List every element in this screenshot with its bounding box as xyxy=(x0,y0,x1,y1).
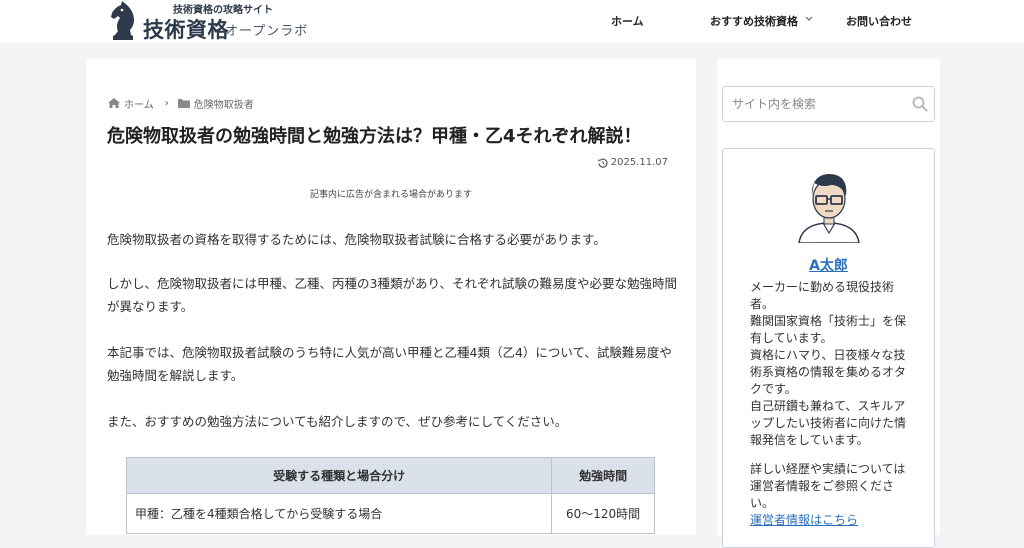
knight-logo-icon xyxy=(111,1,134,40)
profile-bio-3: 資格にハマり、日夜様々な技術系資格の情報を集めるオタクです。 xyxy=(750,348,907,396)
table-row: 甲種：乙種を4種類合格してから受験する場合 60〜120時間 xyxy=(125,493,655,534)
profile-bio-4: 自己研鑽も兼ねて、スキルアップしたい技術者に向けた情報発信をしています。 xyxy=(750,399,907,447)
logo-subtitle: オープンラボ xyxy=(225,24,309,39)
search-box xyxy=(722,86,935,122)
home-icon xyxy=(108,98,120,108)
table-header: 受験する種類と場合分け xyxy=(125,457,553,494)
table-header: 勉強時間 xyxy=(551,457,655,494)
update-history-icon xyxy=(597,158,608,168)
search-input[interactable] xyxy=(723,87,903,121)
search-icon[interactable] xyxy=(912,96,928,112)
avatar xyxy=(798,174,860,243)
site-header: 技術資格の攻略サイト 技術資格 オープンラボ ホーム おすすめ技術資格 お問い合… xyxy=(0,0,1024,42)
chevron-down-icon[interactable] xyxy=(805,16,813,22)
profile-bio-1: メーカーに勤める現役技術者。 xyxy=(750,280,895,311)
logo-title: 技術資格 xyxy=(143,18,229,42)
breadcrumb-home[interactable]: ホーム xyxy=(124,96,154,111)
site-logo[interactable]: 技術資格の攻略サイト 技術資格 オープンラボ xyxy=(105,0,320,42)
operator-info-link[interactable]: 運営者情報はこちら xyxy=(750,511,858,528)
profile-box: A太郎 メーカーに勤める現役技術者。 難関国家資格「技術士」を保有しています。 … xyxy=(722,148,935,548)
table-cell: 60〜120時間 xyxy=(551,493,655,534)
date-text: 2025.11.07 xyxy=(610,157,668,168)
paragraph-4: また、おすすめの勉強方法についても紹介しますので、ぜひ参考にしてください。 xyxy=(107,414,568,429)
nav-contact[interactable]: お問い合わせ xyxy=(846,13,912,29)
folder-icon xyxy=(177,99,190,108)
paragraph-2: しかし、危険物取扱者には甲種、乙種、丙種の3種類があり、それぞれ試験の難易度や必… xyxy=(107,276,677,314)
nav-recommended[interactable]: おすすめ技術資格 xyxy=(710,13,798,29)
profile-name[interactable]: A太郎 xyxy=(723,255,934,275)
table-cell: 甲種：乙種を4種類合格してから受験する場合 xyxy=(125,493,553,534)
paragraph-3: 本記事では、危険物取扱者試験のうち特に人気が高い甲種と乙種4類（乙4）について、… xyxy=(107,345,672,383)
nav-home[interactable]: ホーム xyxy=(611,13,644,29)
ad-disclosure: 記事内に広告が含まれる場合があります xyxy=(309,190,472,200)
paragraph-1: 危険物取扱者の資格を取得するためには、危険物取扱者試験に合格する必要があります。 xyxy=(107,232,606,247)
page-title: 危険物取扱者の勉強時間と勉強方法は？甲種・乙4それぞれ解説！ xyxy=(107,126,642,147)
breadcrumb-category[interactable]: 危険物取扱者 xyxy=(194,96,254,111)
update-date: 2025.11.07 xyxy=(597,157,668,168)
breadcrumb: ホーム › 危険物取扱者 xyxy=(108,96,254,111)
profile-bio-5: 詳しい経歴や実績については運営者情報をご参照ください。 xyxy=(750,462,906,510)
study-time-table: 受験する種類と場合分け 勉強時間 甲種：乙種を4種類合格してから受験する場合 6… xyxy=(125,457,655,534)
profile-bio-2: 難関国家資格「技術士」を保有しています。 xyxy=(750,314,907,345)
article-card: ホーム › 危険物取扱者 危険物取扱者の勉強時間と勉強方法は？甲種・乙4それぞれ… xyxy=(86,59,696,535)
table-header-row: 受験する種類と場合分け 勉強時間 xyxy=(125,457,655,494)
chevron-right-icon: › xyxy=(164,97,169,109)
